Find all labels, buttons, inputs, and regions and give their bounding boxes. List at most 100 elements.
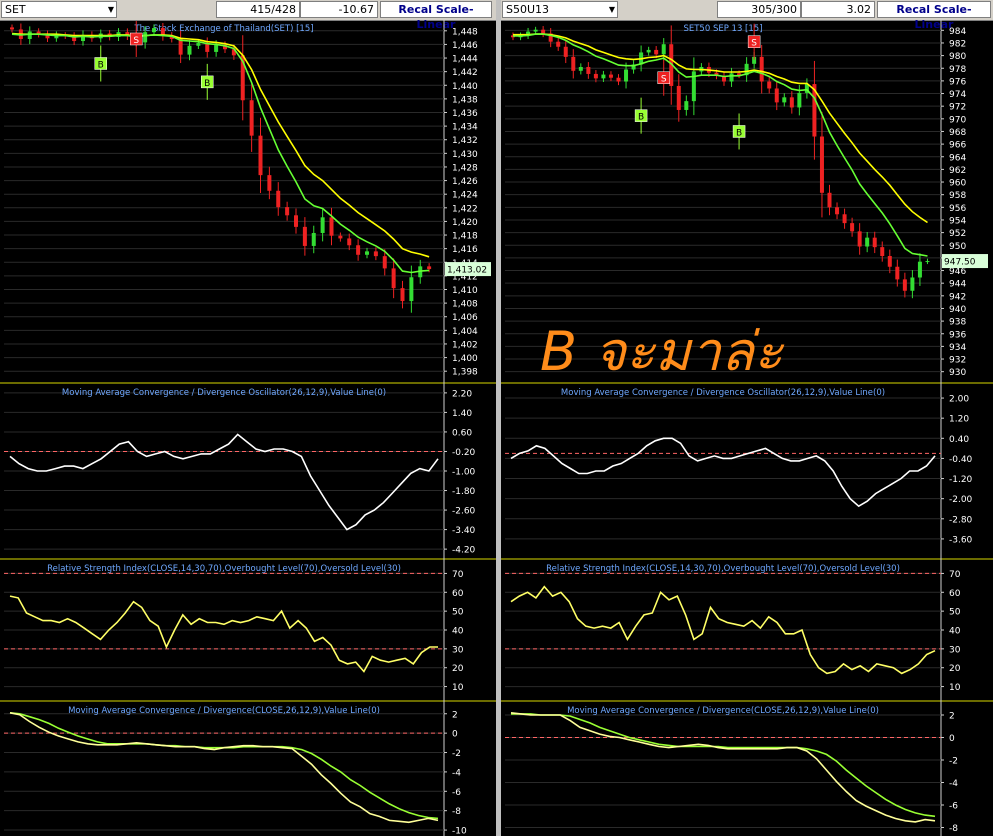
axis-tick-label: 30 bbox=[949, 645, 961, 655]
bar-counter: 305/300 bbox=[717, 1, 801, 18]
axis-tick-label: 10 bbox=[452, 683, 464, 693]
axis-tick-label: 930 bbox=[949, 368, 966, 378]
axis-tick-label: -3.40 bbox=[452, 526, 476, 536]
candle-body bbox=[267, 175, 272, 191]
axis-tick-label: -0.40 bbox=[949, 455, 973, 465]
symbol-dropdown[interactable]: S50U13 ▼ bbox=[502, 1, 618, 18]
candle-body bbox=[578, 66, 583, 71]
candle-body bbox=[347, 238, 352, 246]
bar-counter: 415/428 bbox=[216, 1, 300, 18]
candle-body bbox=[391, 268, 396, 289]
candle-body bbox=[782, 97, 787, 103]
axis-tick-label: -6 bbox=[949, 802, 958, 812]
candle-body bbox=[872, 237, 877, 248]
axis-tick-label: 1.20 bbox=[949, 415, 969, 425]
rsi-panel-title: Relative Strength Index(CLOSE,14,30,70),… bbox=[546, 564, 900, 574]
axis-tick-label: -10 bbox=[452, 827, 467, 836]
axis-tick-label: -2 bbox=[949, 757, 958, 767]
candle-body bbox=[593, 73, 598, 79]
axis-tick-label: 976 bbox=[949, 77, 966, 87]
symbol-value: SET bbox=[5, 3, 26, 16]
axis-tick-label: 1,446 bbox=[452, 41, 478, 51]
chart-pane-set: SET ▼ 415/428 -10.67 Recal Scale-Linear 1… bbox=[0, 0, 496, 836]
axis-tick-label: 1,408 bbox=[452, 300, 478, 310]
axis-tick-label: 40 bbox=[949, 627, 961, 637]
candle-body bbox=[187, 45, 192, 55]
axis-tick-label: 932 bbox=[949, 356, 966, 366]
recal-scale-button[interactable]: Recal Scale-Linear bbox=[877, 1, 991, 31]
axis-tick-label: 968 bbox=[949, 128, 966, 138]
axis-tick-label: 958 bbox=[949, 191, 966, 201]
axis-tick-label: 940 bbox=[949, 305, 966, 315]
axis-tick-label: 1,440 bbox=[452, 82, 478, 92]
candle-body bbox=[789, 97, 794, 108]
candle-body bbox=[865, 237, 870, 247]
axis-tick-label: 964 bbox=[949, 153, 966, 163]
axis-tick-label: 954 bbox=[949, 216, 966, 226]
axis-tick-label: 972 bbox=[949, 103, 966, 113]
candle-body bbox=[797, 92, 802, 108]
candle-body bbox=[857, 231, 862, 247]
axis-tick-label: 942 bbox=[949, 292, 966, 302]
candle-body bbox=[684, 101, 689, 110]
toolbar: S50U13 ▼ 305/300 3.02 Recal Scale-Linear bbox=[501, 0, 993, 31]
axis-tick-label: 1,424 bbox=[452, 191, 478, 201]
candle-body bbox=[365, 251, 369, 255]
osc-line bbox=[510, 437, 936, 508]
macd-line bbox=[510, 712, 936, 823]
axis-tick-label: -0.20 bbox=[452, 448, 476, 458]
candle-body bbox=[887, 255, 892, 267]
axis-tick-label: 950 bbox=[949, 242, 966, 252]
axis-tick-label: 1,430 bbox=[452, 150, 478, 160]
rsi-panel-title: Relative Strength Index(CLOSE,14,30,70),… bbox=[47, 564, 401, 574]
axis-tick-label: 0.60 bbox=[452, 428, 472, 438]
axis-tick-label: -1.20 bbox=[949, 475, 973, 485]
candle-body bbox=[152, 28, 156, 33]
recal-scale-button[interactable]: Recal Scale-Linear bbox=[380, 1, 492, 31]
candle-body bbox=[285, 207, 290, 216]
candle-body bbox=[850, 223, 855, 232]
axis-tick-label: 1.40 bbox=[452, 409, 472, 419]
axis-tick-label: 70 bbox=[949, 570, 961, 580]
axis-tick-label: 1,416 bbox=[452, 245, 478, 255]
signal-label: B bbox=[204, 79, 210, 89]
chart-canvas-s50u13: 984 982 980 978 976 974 972 970 968 966 964 962 960 9… bbox=[501, 20, 993, 836]
macd-panel-title: Moving Average Convergence / Divergence(… bbox=[68, 706, 380, 716]
candle-body bbox=[895, 266, 900, 280]
axis-tick-label: 1,422 bbox=[452, 204, 478, 214]
candle-body bbox=[27, 31, 32, 39]
axis-tick-label: -1.80 bbox=[452, 487, 476, 497]
axis-tick-label: -4.20 bbox=[452, 546, 476, 556]
candle-body bbox=[382, 256, 387, 269]
axis-tick-label: 1,418 bbox=[452, 232, 478, 242]
axis-tick-label: 966 bbox=[949, 141, 966, 151]
candle-body bbox=[608, 74, 613, 78]
candle-body bbox=[586, 66, 591, 74]
price-change: 3.02 bbox=[801, 1, 875, 18]
axis-tick-label: -8 bbox=[452, 807, 461, 817]
toolbar: SET ▼ 415/428 -10.67 Recal Scale-Linear bbox=[0, 0, 496, 31]
candle-body bbox=[311, 232, 316, 246]
candle-body bbox=[373, 251, 378, 257]
axis-tick-label: -8 bbox=[949, 824, 958, 834]
axis-tick-label: 956 bbox=[949, 204, 966, 214]
candle-body bbox=[320, 217, 325, 233]
candle-body bbox=[917, 261, 922, 278]
axis-tick-label: 2 bbox=[452, 710, 458, 720]
symbol-dropdown[interactable]: SET ▼ bbox=[1, 1, 117, 18]
axis-tick-label: 30 bbox=[452, 645, 464, 655]
axis-tick-label: -2.80 bbox=[949, 515, 973, 525]
axis-tick-label: 2 bbox=[949, 712, 955, 722]
candle-body bbox=[646, 49, 651, 53]
candle-body bbox=[10, 27, 14, 30]
axis-tick-label: 2.20 bbox=[452, 389, 472, 399]
candle-body bbox=[249, 100, 254, 136]
macd-panel-title: Moving Average Convergence / Divergence(… bbox=[567, 706, 879, 716]
axis-tick-label: 20 bbox=[452, 664, 464, 674]
candle-body bbox=[842, 214, 847, 224]
candle-body bbox=[338, 235, 343, 239]
axis-tick-label: 1,404 bbox=[452, 327, 478, 337]
candle-body bbox=[533, 29, 538, 32]
axis-tick-label: 0.40 bbox=[949, 435, 969, 445]
candle-body bbox=[661, 44, 666, 55]
